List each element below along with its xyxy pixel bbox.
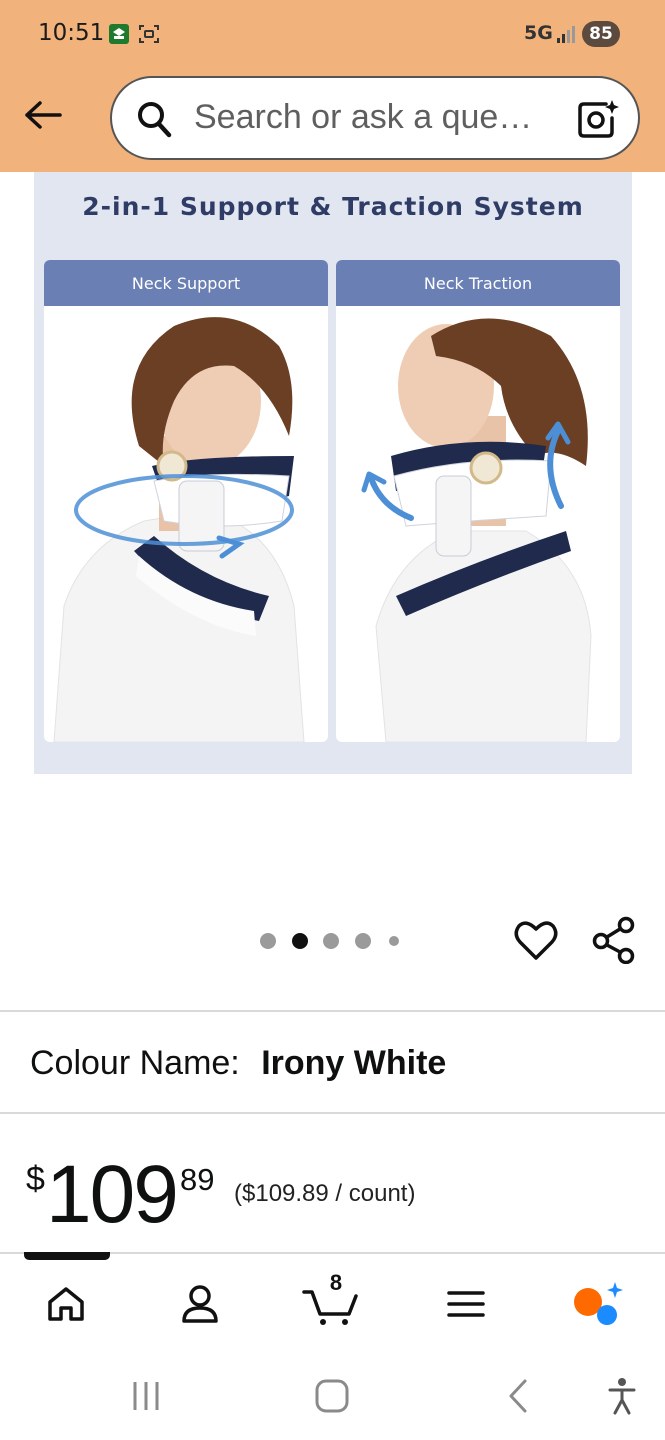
carousel-dot[interactable] [323, 933, 339, 949]
account-icon [182, 1285, 218, 1323]
screenshot-icon [138, 23, 160, 45]
search-input[interactable]: Search or ask a que… [194, 98, 532, 137]
bottom-nav: 8 [0, 1252, 665, 1352]
active-tab-indicator [24, 1252, 110, 1260]
home-icon [48, 1287, 84, 1321]
nav-home[interactable] [36, 1276, 96, 1332]
panel-label: Neck Support [44, 260, 328, 306]
cart-count: 8 [329, 1270, 343, 1295]
share-icon [592, 916, 635, 965]
neck-support-panel: Neck Support [44, 260, 328, 742]
nav-account[interactable] [170, 1276, 230, 1332]
unit-price: ($109.89 / count) [234, 1180, 416, 1207]
notification-app-icon [108, 23, 130, 45]
accessibility-icon [608, 1378, 636, 1415]
system-back-button[interactable] [490, 1372, 546, 1420]
wishlist-button[interactable] [512, 916, 560, 964]
carousel-dot[interactable] [354, 933, 371, 949]
home-button[interactable] [304, 1372, 360, 1420]
price-currency: $ [26, 1160, 45, 1198]
search-icon [136, 100, 172, 143]
arrow-left-icon [25, 101, 62, 129]
carousel-dot[interactable] [389, 936, 399, 946]
camera-lens-icon[interactable] [576, 98, 620, 145]
colour-selection: Colour Name: Irony White [30, 1044, 446, 1083]
carousel-dot-active[interactable] [291, 933, 308, 949]
home-square-icon [315, 1379, 349, 1413]
recent-apps-button[interactable] [118, 1372, 174, 1420]
accessibility-button[interactable] [594, 1372, 650, 1420]
heart-icon [514, 921, 558, 960]
neck-support-photo [53, 317, 305, 742]
price-whole: 109 [46, 1149, 179, 1240]
image-title: 2-in-1 Support & Traction System [82, 192, 584, 221]
signal-icon [556, 24, 576, 49]
nav-cart[interactable]: 8 [300, 1270, 360, 1332]
panel-label: Neck Traction [336, 260, 620, 306]
recent-apps-icon [133, 1382, 159, 1410]
system-nav-bar [0, 1352, 665, 1440]
product-image[interactable]: 2-in-1 Support & Traction System Neck Su… [34, 172, 632, 774]
neck-traction-panel: Neck Traction [336, 260, 620, 742]
nav-rufus[interactable] [566, 1276, 626, 1332]
carousel-dots[interactable] [260, 932, 415, 950]
divider [0, 1010, 665, 1012]
neck-traction-photo [361, 318, 592, 742]
battery-level: 85 [582, 21, 620, 47]
rufus-icon [574, 1282, 623, 1325]
share-button[interactable] [592, 916, 636, 965]
network-type: 5G [524, 22, 553, 44]
divider [0, 1112, 665, 1114]
carousel-dot[interactable] [260, 933, 276, 949]
colour-label: Colour Name: [30, 1044, 240, 1082]
status-bar: 10:51 5G 85 [0, 0, 665, 68]
nav-menu[interactable] [436, 1276, 496, 1332]
status-time: 10:51 [38, 20, 105, 46]
back-button[interactable] [18, 92, 68, 138]
menu-icon [447, 1291, 485, 1317]
colour-value: Irony White [261, 1044, 447, 1082]
price-fraction: 89 [180, 1162, 215, 1197]
app-header: 10:51 5G 85 Search or ask a que… [0, 0, 665, 172]
chevron-left-icon [509, 1379, 527, 1413]
search-bar[interactable]: Search or ask a que… [110, 76, 640, 160]
